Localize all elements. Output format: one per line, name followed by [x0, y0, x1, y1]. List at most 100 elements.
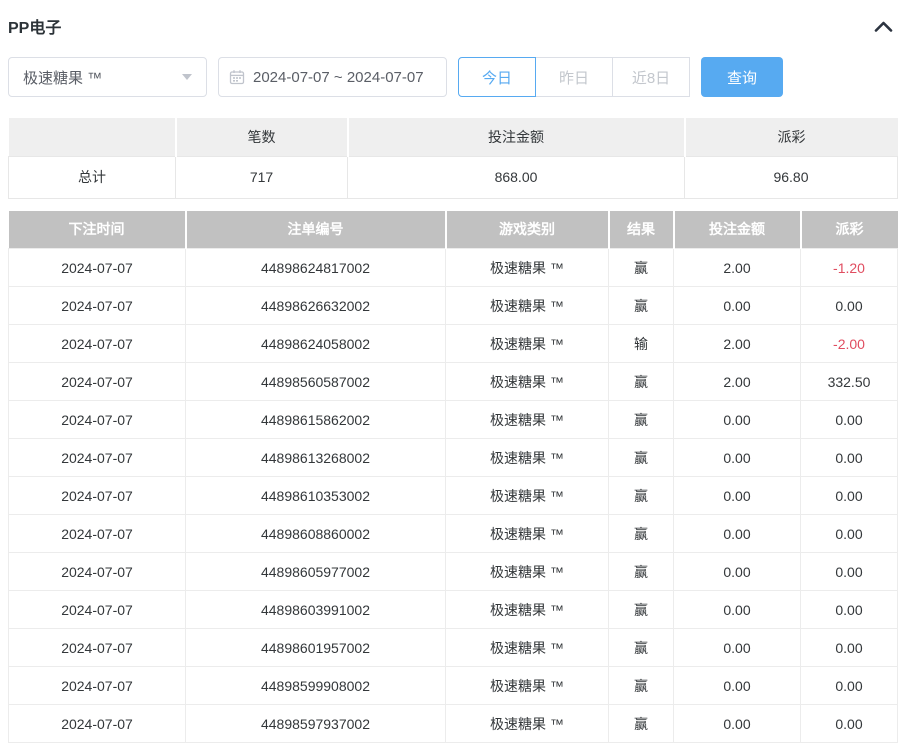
- cell-bet-id: 44898560587002: [186, 363, 446, 401]
- summary-table-body: 总计 717 868.00 96.80: [9, 156, 898, 198]
- summary-header-payout: 派彩: [685, 118, 898, 156]
- summary-header-bet-amount: 投注金额: [348, 118, 685, 156]
- summary-total-count: 717: [176, 156, 348, 198]
- records-header-game-type: 游戏类别: [446, 211, 609, 249]
- cell-result: 赢: [609, 363, 674, 401]
- cell-payout: 0.00: [801, 705, 898, 743]
- cell-bet-time: 2024-07-07: [9, 591, 186, 629]
- summary-total-payout: 96.80: [685, 156, 898, 198]
- cell-payout: 0.00: [801, 667, 898, 705]
- cell-bet-amount: 0.00: [674, 705, 801, 743]
- cell-bet-id: 44898599908002: [186, 667, 446, 705]
- cell-bet-amount: 0.00: [674, 477, 801, 515]
- panel: PP电子 极速糖果 ™: [0, 16, 905, 743]
- cell-bet-id: 44898597937002: [186, 705, 446, 743]
- cell-payout: -2.00: [801, 325, 898, 363]
- cell-result: 输: [609, 325, 674, 363]
- cell-bet-time: 2024-07-07: [9, 515, 186, 553]
- cell-result: 赢: [609, 629, 674, 667]
- table-row: 2024-07-07 44898560587002 极速糖果 ™ 赢 2.00 …: [9, 363, 898, 401]
- cell-bet-time: 2024-07-07: [9, 629, 186, 667]
- cell-payout: 332.50: [801, 363, 898, 401]
- table-row: 2024-07-07 44898613268002 极速糖果 ™ 赢 0.00 …: [9, 439, 898, 477]
- cell-game-type: 极速糖果 ™: [446, 477, 609, 515]
- cell-payout: 0.00: [801, 553, 898, 591]
- quick-range-group: 今日 昨日 近8日: [458, 57, 690, 97]
- records-header-payout: 派彩: [801, 211, 898, 249]
- cell-game-type: 极速糖果 ™: [446, 249, 609, 287]
- chevron-up-icon: [874, 20, 893, 35]
- cell-game-type: 极速糖果 ™: [446, 439, 609, 477]
- table-row: 2024-07-07 44898626632002 极速糖果 ™ 赢 0.00 …: [9, 287, 898, 325]
- cell-game-type: 极速糖果 ™: [446, 705, 609, 743]
- table-row: 2024-07-07 44898597937002 极速糖果 ™ 赢 0.00 …: [9, 705, 898, 743]
- summary-table: 笔数 投注金额 派彩 总计 717 868.00 96.80: [8, 118, 898, 199]
- cell-bet-time: 2024-07-07: [9, 439, 186, 477]
- cell-result: 赢: [609, 477, 674, 515]
- caret-down-icon: [182, 74, 192, 80]
- cell-game-type: 极速糖果 ™: [446, 401, 609, 439]
- records-table-body: 2024-07-07 44898624817002 极速糖果 ™ 赢 2.00 …: [9, 249, 898, 743]
- table-row: 2024-07-07 44898605977002 极速糖果 ™ 赢 0.00 …: [9, 553, 898, 591]
- cell-bet-time: 2024-07-07: [9, 249, 186, 287]
- records-header-bet-amount: 投注金额: [674, 211, 801, 249]
- cell-bet-id: 44898605977002: [186, 553, 446, 591]
- summary-table-head: 笔数 投注金额 派彩: [9, 118, 898, 156]
- cell-bet-amount: 0.00: [674, 287, 801, 325]
- calendar-icon: [229, 69, 245, 85]
- cell-game-type: 极速糖果 ™: [446, 553, 609, 591]
- cell-bet-time: 2024-07-07: [9, 667, 186, 705]
- summary-total-label: 总计: [9, 156, 176, 198]
- cell-result: 赢: [609, 667, 674, 705]
- quick-range-button[interactable]: 今日: [458, 57, 536, 97]
- records-header-result: 结果: [609, 211, 674, 249]
- cell-result: 赢: [609, 249, 674, 287]
- cell-bet-time: 2024-07-07: [9, 287, 186, 325]
- table-row: 2024-07-07 44898608860002 极速糖果 ™ 赢 0.00 …: [9, 515, 898, 553]
- table-row: 2024-07-07 44898603991002 极速糖果 ™ 赢 0.00 …: [9, 591, 898, 629]
- cell-game-type: 极速糖果 ™: [446, 363, 609, 401]
- cell-result: 赢: [609, 401, 674, 439]
- game-select-value: 极速糖果 ™: [23, 67, 102, 88]
- cell-payout: -1.20: [801, 249, 898, 287]
- game-select[interactable]: 极速糖果 ™: [8, 57, 207, 97]
- table-row: 2024-07-07 44898610353002 极速糖果 ™ 赢 0.00 …: [9, 477, 898, 515]
- cell-bet-id: 44898615862002: [186, 401, 446, 439]
- summary-total-row: 总计 717 868.00 96.80: [9, 156, 898, 198]
- table-row: 2024-07-07 44898624058002 极速糖果 ™ 输 2.00 …: [9, 325, 898, 363]
- filter-row: 极速糖果 ™ 2024-07-07 ~ 2024-07-07: [8, 57, 897, 97]
- summary-header-count: 笔数: [176, 118, 348, 156]
- search-button[interactable]: 查询: [701, 57, 783, 97]
- table-row: 2024-07-07 44898601957002 极速糖果 ™ 赢 0.00 …: [9, 629, 898, 667]
- collapse-button[interactable]: [870, 19, 897, 34]
- cell-payout: 0.00: [801, 629, 898, 667]
- cell-payout: 0.00: [801, 477, 898, 515]
- cell-bet-id: 44898613268002: [186, 439, 446, 477]
- cell-result: 赢: [609, 439, 674, 477]
- cell-payout: 0.00: [801, 287, 898, 325]
- summary-total-bet-amount: 868.00: [348, 156, 685, 198]
- cell-game-type: 极速糖果 ™: [446, 287, 609, 325]
- cell-game-type: 极速糖果 ™: [446, 515, 609, 553]
- records-header-bet-id: 注单编号: [186, 211, 446, 249]
- cell-bet-amount: 2.00: [674, 249, 801, 287]
- date-range-value: 2024-07-07 ~ 2024-07-07: [253, 69, 424, 86]
- date-range-picker[interactable]: 2024-07-07 ~ 2024-07-07: [218, 57, 447, 97]
- quick-range-button[interactable]: 近8日: [612, 57, 690, 97]
- cell-bet-time: 2024-07-07: [9, 553, 186, 591]
- table-row: 2024-07-07 44898624817002 极速糖果 ™ 赢 2.00 …: [9, 249, 898, 287]
- cell-bet-amount: 0.00: [674, 667, 801, 705]
- quick-range-button[interactable]: 昨日: [535, 57, 613, 97]
- records-table: 下注时间 注单编号 游戏类别 结果 投注金额 派彩 2024-07-07 448…: [8, 211, 898, 744]
- cell-bet-time: 2024-07-07: [9, 705, 186, 743]
- cell-game-type: 极速糖果 ™: [446, 591, 609, 629]
- cell-result: 赢: [609, 553, 674, 591]
- cell-bet-time: 2024-07-07: [9, 363, 186, 401]
- table-row: 2024-07-07 44898615862002 极速糖果 ™ 赢 0.00 …: [9, 401, 898, 439]
- panel-title: PP电子: [8, 14, 61, 38]
- cell-game-type: 极速糖果 ™: [446, 629, 609, 667]
- cell-bet-amount: 0.00: [674, 629, 801, 667]
- cell-bet-amount: 0.00: [674, 591, 801, 629]
- cell-payout: 0.00: [801, 515, 898, 553]
- panel-header: PP电子: [8, 16, 897, 36]
